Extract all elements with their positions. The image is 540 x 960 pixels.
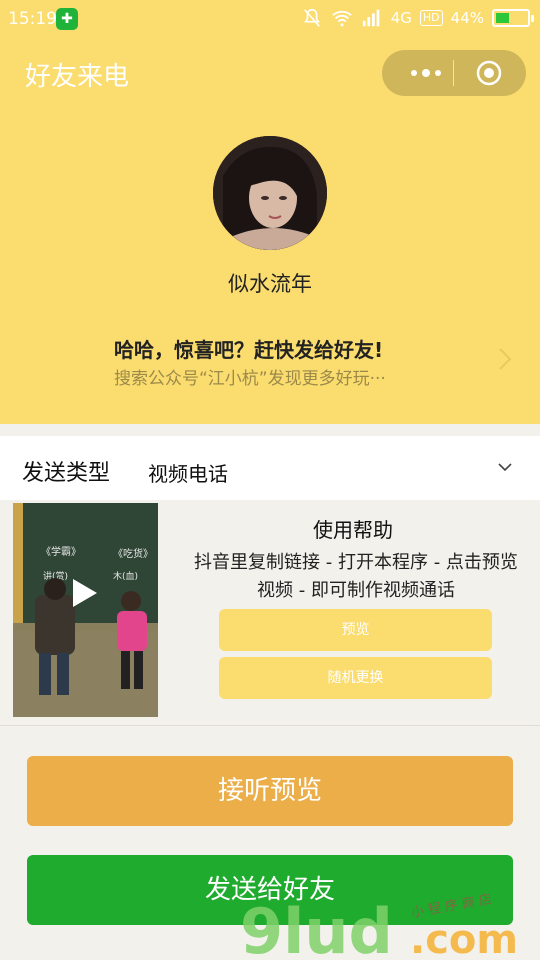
promo-sub-text[interactable]: 搜索公众号“江小杭”发现更多好玩···: [114, 364, 386, 389]
send-type-label: 发送类型: [22, 461, 111, 486]
avatar-image: [213, 136, 327, 250]
app-notification-icon: ✚: [56, 8, 78, 30]
chevron-right-icon[interactable]: [496, 346, 514, 372]
mute-icon: [303, 8, 320, 27]
nickname: 似水流年: [228, 272, 312, 296]
svg-text:《学霸》: 《学霸》: [41, 545, 81, 558]
hd-badge: HD: [419, 10, 443, 26]
help-text: 抖音里复制链接 - 打开本程序 - 点击预览视频 - 即可制作视频通话: [194, 552, 518, 601]
signal-icon: [362, 9, 380, 27]
promo-main-text[interactable]: 哈哈，惊喜吧？赶快发给好友!: [114, 334, 383, 363]
video-preview-image: 《学霸》 《吃货》 讲(赏) 木(血): [13, 503, 158, 717]
battery-icon: [492, 9, 534, 27]
preview-button[interactable]: 预览: [219, 609, 492, 651]
chevron-down-icon[interactable]: [496, 460, 514, 474]
help-title: 使用帮助: [313, 518, 393, 542]
video-thumbnail[interactable]: 《学霸》 《吃货》 讲(赏) 木(血): [13, 503, 158, 717]
wifi-icon: [331, 10, 352, 27]
send-to-friend-button[interactable]: 发送给好友: [27, 855, 513, 925]
target-close-icon[interactable]: [476, 60, 502, 86]
network-type: 4G: [390, 9, 412, 27]
status-bar: 15:19 ✚ 4G HD 44%: [0, 0, 540, 38]
answer-preview-button[interactable]: 接听预览: [27, 756, 513, 826]
mini-program-capsule: [382, 50, 526, 96]
section-divider: [0, 725, 540, 726]
page-title: 好友来电: [25, 62, 130, 92]
send-type-select[interactable]: 视频电话: [148, 458, 228, 487]
more-dots-icon[interactable]: [402, 60, 452, 86]
status-icons: 4G HD 44%: [301, 7, 534, 29]
svg-text:木(血): 木(血): [113, 570, 138, 582]
svg-text:《吃货》: 《吃货》: [113, 547, 153, 560]
send-type-row[interactable]: 发送类型 视频电话: [0, 436, 540, 500]
capsule-divider: [453, 60, 454, 86]
random-change-button[interactable]: 随机更换: [219, 657, 492, 699]
hero-section: 好友来电 似水流年 哈哈，惊喜吧？赶快发给好友! 搜索公众号“江小杭”发现更多好…: [0, 38, 540, 424]
avatar: [213, 136, 327, 250]
status-time: 15:19: [8, 9, 57, 29]
battery-percent: 44%: [450, 9, 484, 27]
